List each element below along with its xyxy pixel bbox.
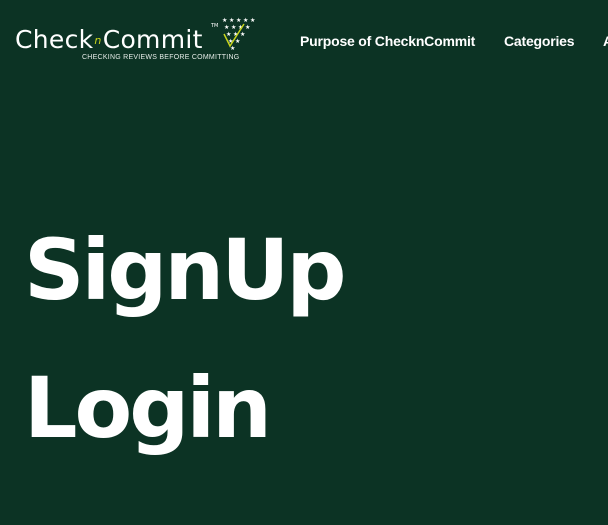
svg-text:★: ★	[240, 31, 245, 38]
logo-word-commit: Commit	[102, 25, 203, 54]
login-link[interactable]: Login	[24, 360, 272, 456]
logo-word-check: Check	[15, 25, 94, 54]
nav-link-purpose[interactable]: Purpose of ChecknCommit	[300, 33, 475, 49]
checkncommit-logo[interactable]: ChecknCommit TM ★ ★ ★ ★ ★ ★ ★ ★ ★ ★ ★ ★ …	[15, 16, 260, 68]
svg-text:★: ★	[231, 24, 236, 31]
star-grid-icon: ★ ★ ★ ★ ★ ★ ★ ★ ★ ★ ★ ★ ★ ★ ★	[222, 17, 255, 52]
logo-wordmark: ChecknCommit	[15, 26, 203, 55]
svg-text:★: ★	[243, 17, 248, 24]
logo-trademark: TM	[211, 23, 219, 29]
svg-text:★: ★	[222, 17, 227, 24]
svg-text:★: ★	[229, 17, 234, 24]
logo-tagline: CHECKING REVIEWS BEFORE COMMITTING	[82, 54, 240, 61]
svg-text:★: ★	[245, 24, 250, 31]
svg-text:★: ★	[236, 17, 241, 24]
svg-text:★: ★	[224, 24, 229, 31]
nav-link-categories[interactable]: Categories	[504, 33, 575, 49]
nav-link-clipped[interactable]: A	[603, 33, 608, 49]
svg-text:★: ★	[226, 31, 231, 38]
signup-link[interactable]: SignUp	[24, 222, 347, 318]
svg-text:★: ★	[235, 38, 240, 45]
site-header: ChecknCommit TM ★ ★ ★ ★ ★ ★ ★ ★ ★ ★ ★ ★ …	[0, 0, 608, 82]
svg-text:★: ★	[250, 17, 255, 24]
logo-word-connector: n	[94, 34, 102, 47]
